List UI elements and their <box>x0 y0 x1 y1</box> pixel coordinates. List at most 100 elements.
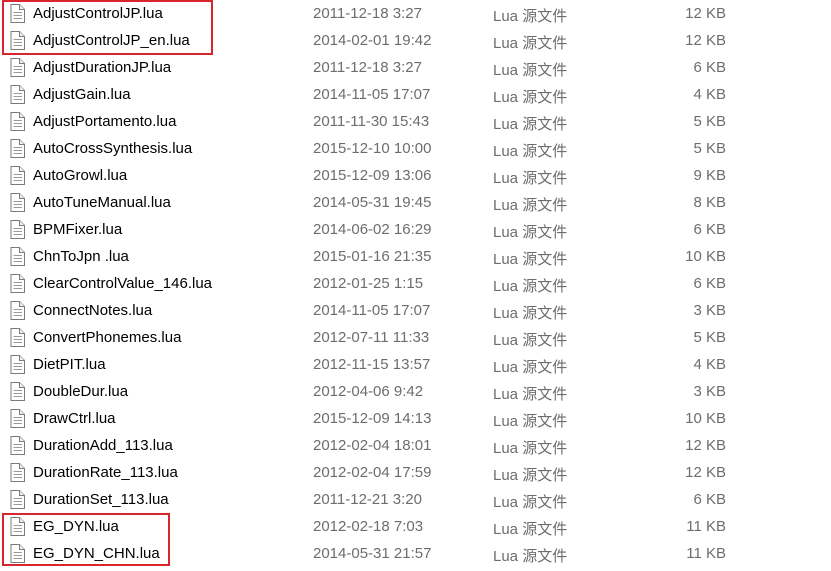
document-icon <box>10 463 25 482</box>
file-type: Lua 源文件 <box>493 278 568 295</box>
file-type: Lua 源文件 <box>493 35 568 52</box>
file-date-modified: 2014-06-02 16:29 <box>313 221 432 238</box>
file-date-modified: 2012-04-06 9:42 <box>313 383 424 400</box>
file-size: 5 KB <box>693 329 726 346</box>
file-type: Lua 源文件 <box>493 494 568 511</box>
file-row[interactable]: DurationRate_113.lua 2012-02-04 17:59 Lua … <box>0 459 831 486</box>
file-type: Lua 源文件 <box>493 521 568 538</box>
file-name[interactable]: ConnectNotes.lua <box>33 302 152 319</box>
file-row[interactable]: AdjustControlJP_en.lua 2014-02-01 19:42 Lu… <box>0 27 831 54</box>
file-size: 11 KB <box>686 545 726 562</box>
document-icon <box>10 58 25 77</box>
document-icon <box>10 112 25 131</box>
file-name[interactable]: AutoTuneManual.lua <box>33 194 171 211</box>
file-name[interactable]: BPMFixer.lua <box>33 221 122 238</box>
file-row[interactable]: DurationAdd_113.lua 2012-02-04 18:01 Lua 源… <box>0 432 831 459</box>
file-size: 10 KB <box>685 410 726 427</box>
file-row[interactable]: ChnToJpn .lua 2015-01-16 21:35 Lua 源文件 10 K… <box>0 243 831 270</box>
file-type: Lua 源文件 <box>493 305 568 322</box>
file-row[interactable]: EG_DYN.lua 2012-02-18 7:03 Lua 源文件 11 KB <box>0 513 831 540</box>
file-name[interactable]: AdjustPortamento.lua <box>33 113 176 130</box>
file-date-modified: 2011-12-18 3:27 <box>313 59 422 76</box>
file-name[interactable]: AutoGrowl.lua <box>33 167 127 184</box>
file-name[interactable]: AdjustDurationJP.lua <box>33 59 171 76</box>
file-size: 5 KB <box>693 140 726 157</box>
file-type: Lua 源文件 <box>493 332 568 349</box>
file-name[interactable]: DurationAdd_113.lua <box>33 437 173 454</box>
document-icon <box>10 382 25 401</box>
document-icon <box>10 436 25 455</box>
file-name[interactable]: ChnToJpn .lua <box>33 248 129 265</box>
file-size: 12 KB <box>685 464 726 481</box>
file-type: Lua 源文件 <box>493 224 568 241</box>
file-list: AdjustControlJP.lua 2011-12-18 3:27 Lua 源文… <box>0 0 831 567</box>
file-row[interactable]: AdjustGain.lua 2014-11-05 17:07 Lua 源文件 4 K… <box>0 81 831 108</box>
document-icon <box>10 355 25 374</box>
file-row[interactable]: AutoCrossSynthesis.lua 2015-12-10 10:00 Lu… <box>0 135 831 162</box>
file-row[interactable]: ConnectNotes.lua 2014-11-05 17:07 Lua 源文件 3… <box>0 297 831 324</box>
file-row[interactable]: EG_DYN_CHN.lua 2014-05-31 21:57 Lua 源文件 11 … <box>0 540 831 567</box>
file-size: 3 KB <box>693 302 726 319</box>
file-date-modified: 2014-02-01 19:42 <box>313 32 432 49</box>
file-name[interactable]: ClearControlValue_146.lua <box>33 275 212 292</box>
file-row[interactable]: ConvertPhonemes.lua 2012-07-11 11:33 Lua 源… <box>0 324 831 351</box>
file-name[interactable]: DrawCtrl.lua <box>33 410 116 427</box>
file-row[interactable]: DoubleDur.lua 2012-04-06 9:42 Lua 源文件 3 KB <box>0 378 831 405</box>
file-date-modified: 2012-01-25 1:15 <box>313 275 424 292</box>
file-name[interactable]: AutoCrossSynthesis.lua <box>33 140 192 157</box>
file-size: 6 KB <box>693 491 726 508</box>
document-icon <box>10 517 25 536</box>
file-row[interactable]: DurationSet_113.lua 2011-12-21 3:20 Lua 源文… <box>0 486 831 513</box>
file-row[interactable]: ClearControlValue_146.lua 2012-01-25 1:15… <box>0 270 831 297</box>
file-date-modified: 2011-12-18 3:27 <box>313 5 422 22</box>
document-icon <box>10 490 25 509</box>
file-row[interactable]: AdjustControlJP.lua 2011-12-18 3:27 Lua 源文… <box>0 0 831 27</box>
file-type: Lua 源文件 <box>493 440 568 457</box>
file-row[interactable]: AutoTuneManual.lua 2014-05-31 19:45 Lua 源文… <box>0 189 831 216</box>
file-size: 6 KB <box>693 59 726 76</box>
file-size: 9 KB <box>693 167 726 184</box>
file-date-modified: 2012-02-18 7:03 <box>313 518 424 535</box>
file-size: 10 KB <box>685 248 726 265</box>
file-row[interactable]: AutoGrowl.lua 2015-12-09 13:06 Lua 源文件 9 KB <box>0 162 831 189</box>
file-type: Lua 源文件 <box>493 386 568 403</box>
file-size: 4 KB <box>693 356 726 373</box>
file-date-modified: 2011-11-30 15:43 <box>313 113 430 130</box>
file-date-modified: 2014-05-31 21:57 <box>313 545 432 562</box>
document-icon <box>10 274 25 293</box>
file-size: 11 KB <box>686 518 726 535</box>
file-row[interactable]: AdjustPortamento.lua 2011-11-30 15:43 Lua … <box>0 108 831 135</box>
document-icon <box>10 193 25 212</box>
file-size: 12 KB <box>685 437 726 454</box>
document-icon <box>10 139 25 158</box>
file-name[interactable]: DurationRate_113.lua <box>33 464 178 481</box>
file-size: 6 KB <box>693 275 726 292</box>
file-name[interactable]: EG_DYN_CHN.lua <box>33 545 160 562</box>
file-row[interactable]: DrawCtrl.lua 2015-12-09 14:13 Lua 源文件 10 KB <box>0 405 831 432</box>
document-icon <box>10 409 25 428</box>
file-name[interactable]: AdjustControlJP.lua <box>33 5 163 22</box>
file-type: Lua 源文件 <box>493 170 568 187</box>
file-date-modified: 2014-11-05 17:07 <box>313 302 431 319</box>
file-date-modified: 2015-12-10 10:00 <box>313 140 432 157</box>
file-date-modified: 2014-11-05 17:07 <box>313 86 431 103</box>
file-name[interactable]: DietPIT.lua <box>33 356 106 373</box>
document-icon <box>10 166 25 185</box>
file-type: Lua 源文件 <box>493 467 568 484</box>
document-icon <box>10 544 25 563</box>
file-name[interactable]: AdjustControlJP_en.lua <box>33 32 190 49</box>
file-name[interactable]: AdjustGain.lua <box>33 86 131 103</box>
file-row[interactable]: AdjustDurationJP.lua 2011-12-18 3:27 Lua 源… <box>0 54 831 81</box>
file-type: Lua 源文件 <box>493 413 568 430</box>
file-name[interactable]: DurationSet_113.lua <box>33 491 169 508</box>
file-row[interactable]: DietPIT.lua 2012-11-15 13:57 Lua 源文件 4 KB <box>0 351 831 378</box>
file-type: Lua 源文件 <box>493 359 568 376</box>
file-date-modified: 2012-07-11 11:33 <box>313 329 430 346</box>
file-name[interactable]: DoubleDur.lua <box>33 383 128 400</box>
file-size: 5 KB <box>693 113 726 130</box>
file-name[interactable]: ConvertPhonemes.lua <box>33 329 181 346</box>
file-name[interactable]: EG_DYN.lua <box>33 518 119 535</box>
file-date-modified: 2015-12-09 14:13 <box>313 410 432 427</box>
document-icon <box>10 4 25 23</box>
file-row[interactable]: BPMFixer.lua 2014-06-02 16:29 Lua 源文件 6 KB <box>0 216 831 243</box>
